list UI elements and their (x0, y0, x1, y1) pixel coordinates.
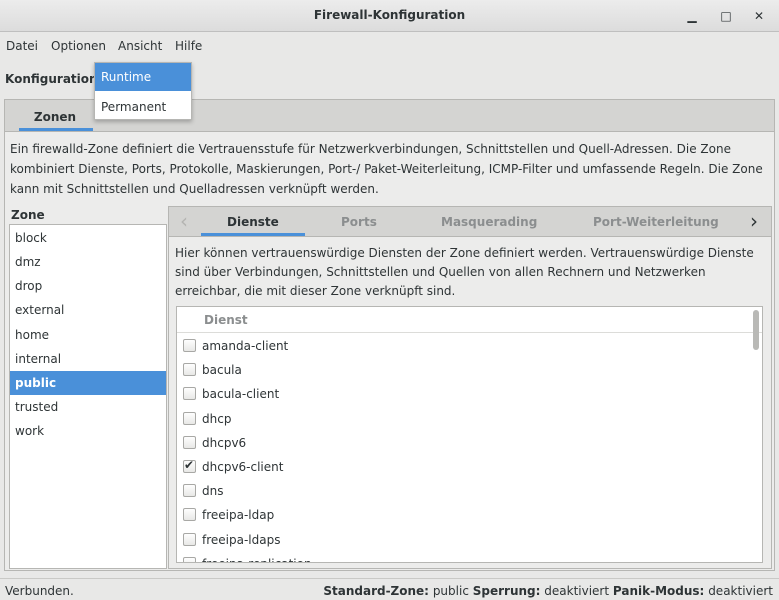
minimize-icon[interactable]: ▁ (682, 6, 702, 26)
panik-modus-value: deaktiviert (708, 584, 773, 598)
zone-item-internal[interactable]: internal (10, 347, 166, 371)
chevron-right-icon[interactable]: › (745, 211, 763, 233)
service-checkbox[interactable] (183, 508, 196, 522)
maximize-icon[interactable]: □ (716, 6, 736, 26)
standard-zone-value: public (432, 584, 469, 598)
service-row[interactable]: ✔ dhcpv6-client (177, 455, 752, 479)
service-name: freeipa-ldaps (202, 532, 281, 547)
chevron-left-icon[interactable]: ‹ (175, 211, 193, 233)
service-row[interactable]: bacula-client (177, 382, 752, 406)
dropdown-option-permanent[interactable]: Permanent (95, 93, 191, 121)
service-row[interactable]: freeipa-replication (177, 552, 752, 562)
zone-settings-tabs: ‹ Dienste Ports Masquerading Port-Weiter… (169, 207, 771, 237)
tab-ports[interactable]: Ports (341, 215, 377, 229)
service-name: dns (202, 484, 224, 499)
service-row[interactable]: amanda-client (177, 334, 752, 358)
konfiguration-dropdown[interactable]: Runtime Permanent (94, 62, 192, 120)
zone-list-header: Zone (11, 208, 45, 222)
tab-zonen[interactable]: Zonen (19, 110, 91, 124)
service-name: dhcp (202, 411, 232, 426)
window-titlebar: Firewall-Konfiguration ▁ □ ✕ (0, 0, 779, 32)
service-checkbox[interactable] (183, 411, 196, 425)
konfiguration-label: Konfiguration: (5, 72, 103, 86)
service-row[interactable]: dhcp (177, 407, 752, 431)
service-checkbox[interactable] (183, 484, 196, 498)
menu-datei[interactable]: Datei (6, 39, 38, 53)
status-bar: Verbunden. Standard-Zone: public Sperrun… (0, 578, 779, 600)
status-summary: Standard-Zone: public Sperrung: deaktivi… (323, 584, 773, 598)
service-checkbox[interactable] (183, 363, 196, 377)
service-name: dhcpv6 (202, 435, 247, 450)
connection-status: Verbunden. (5, 584, 74, 598)
service-row[interactable]: bacula (177, 358, 752, 382)
service-list[interactable]: Dienst amanda-client bacula bacula-client d… (176, 306, 763, 563)
window-title: Firewall-Konfiguration (313, 8, 466, 22)
zone-list[interactable]: block dmz drop external home internal pu… (9, 224, 167, 569)
zone-description: Ein firewalld-Zone definiert die Vertrau… (10, 142, 763, 196)
service-row[interactable]: freeipa-ldaps (177, 528, 752, 552)
service-list-scrollbar[interactable] (753, 310, 760, 560)
service-name: bacula (202, 363, 242, 378)
service-row[interactable]: dns (177, 479, 752, 503)
active-subtab-indicator (201, 233, 305, 236)
menu-optionen[interactable]: Optionen (51, 39, 106, 53)
service-column-header: Dienst (204, 313, 248, 327)
service-checkbox[interactable] (183, 532, 196, 546)
standard-zone-label: Standard-Zone: (323, 584, 429, 598)
service-checkbox[interactable] (183, 556, 196, 562)
zone-item-work[interactable]: work (10, 419, 166, 443)
service-checkbox[interactable]: ✔ (183, 458, 196, 473)
service-checkbox[interactable] (183, 435, 196, 449)
close-icon[interactable]: ✕ (749, 6, 769, 26)
sperrung-value: deaktiviert (544, 584, 610, 598)
service-name: bacula-client (202, 387, 280, 402)
dropdown-option-runtime[interactable]: Runtime (95, 63, 191, 91)
sperrung-label: Sperrung: (472, 584, 541, 598)
service-name: freeipa-ldap (202, 508, 275, 523)
zone-settings-notebook: ‹ Dienste Ports Masquerading Port-Weiter… (168, 206, 772, 569)
checkmark-icon: ✔ (184, 458, 195, 472)
service-name: freeipa-replication (202, 557, 312, 562)
menu-ansicht[interactable]: Ansicht (118, 39, 162, 53)
tab-dienste[interactable]: Dienste (227, 215, 279, 229)
zone-item-external[interactable]: external (10, 298, 166, 322)
zone-item-drop[interactable]: drop (10, 274, 166, 298)
scrollbar-thumb[interactable] (753, 310, 759, 350)
service-row[interactable]: dhcpv6 (177, 431, 752, 455)
service-list-header: Dienst (177, 307, 762, 333)
panik-modus-label: Panik-Modus: (612, 584, 705, 598)
zone-item-trusted[interactable]: trusted (10, 395, 166, 419)
zone-item-block[interactable]: block (10, 226, 166, 250)
service-row[interactable]: freeipa-ldap (177, 503, 752, 527)
zone-item-dmz[interactable]: dmz (10, 250, 166, 274)
zonen-panel: Ein firewalld-Zone definiert die Vertrau… (4, 131, 775, 571)
services-description: Hier können vertrauenswürdige Diensten d… (175, 246, 754, 298)
tab-masquerading[interactable]: Masquerading (441, 215, 537, 229)
menu-hilfe[interactable]: Hilfe (175, 39, 202, 53)
service-name: dhcpv6-client (202, 460, 284, 474)
zone-item-public[interactable]: public (10, 371, 166, 395)
service-name: amanda-client (202, 339, 289, 353)
tab-port-weiterleitung[interactable]: Port-Weiterleitung (593, 215, 719, 229)
service-checkbox[interactable] (183, 387, 196, 401)
zone-item-home[interactable]: home (10, 323, 166, 347)
service-checkbox[interactable] (183, 339, 196, 352)
menu-bar: Datei Optionen Ansicht Hilfe (0, 33, 779, 59)
